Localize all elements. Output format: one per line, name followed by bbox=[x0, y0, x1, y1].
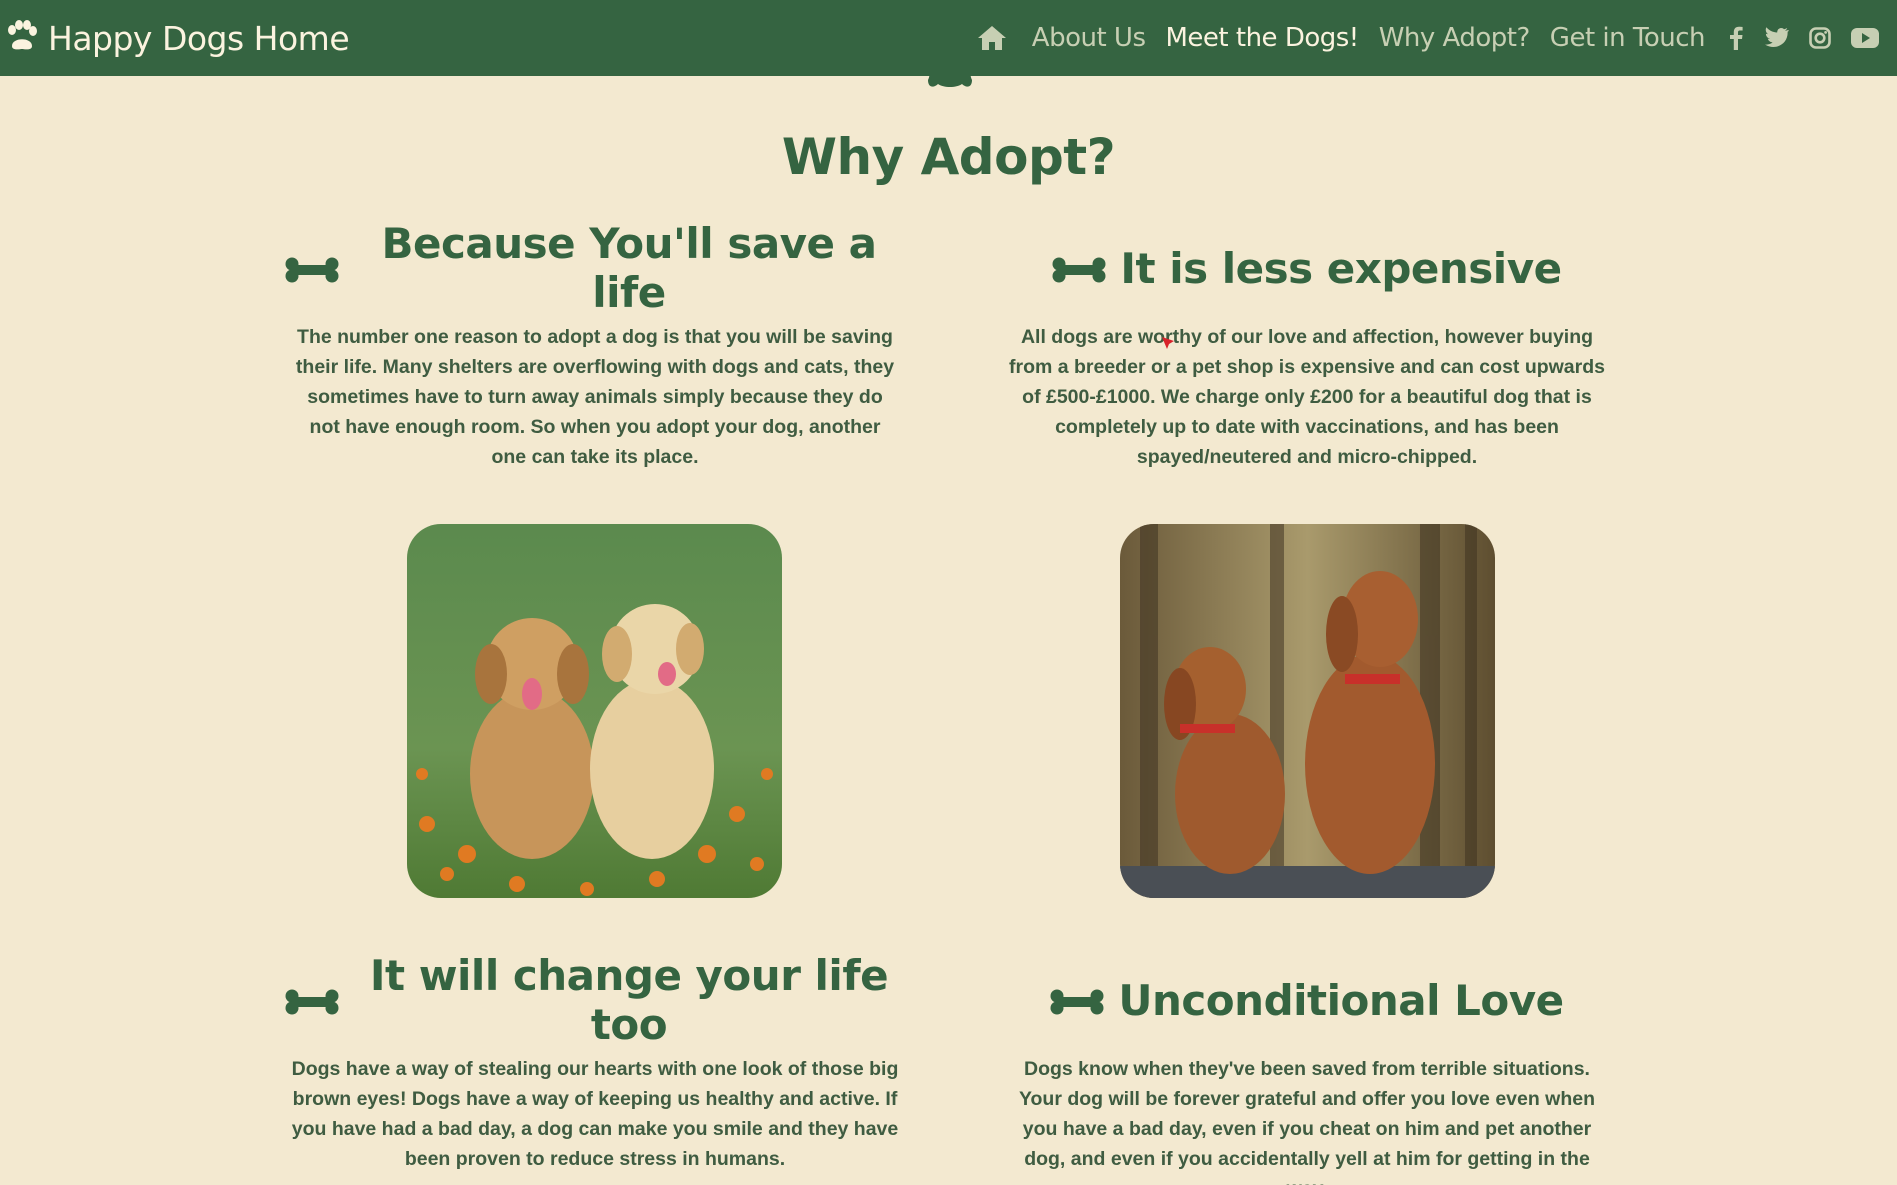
reason-text: The number one reason to adopt a dog is … bbox=[295, 326, 895, 468]
reason-text: Dogs know when they've been saved from t… bbox=[1018, 1058, 1596, 1185]
reason-change-your-life: It will change your life too Dogs have a… bbox=[285, 951, 905, 1174]
reason-heading-text: It is less expensive bbox=[1120, 243, 1562, 293]
page-title: Why Adopt? bbox=[781, 128, 1116, 186]
nav-get-in-touch[interactable]: Get in Touch bbox=[1550, 23, 1706, 53]
puppies-photo bbox=[407, 524, 782, 898]
reason-save-a-life: Because You'll save a life The number on… bbox=[285, 219, 905, 472]
vizslas-photo bbox=[1120, 524, 1495, 898]
paw-icon bbox=[4, 19, 38, 57]
bone-icon bbox=[1052, 244, 1106, 293]
nav-paw-decoration bbox=[926, 66, 974, 97]
facebook-icon[interactable] bbox=[1729, 26, 1743, 50]
nav-meet-the-dogs[interactable]: Meet the Dogs! bbox=[1166, 23, 1360, 53]
reason-heading-text: Because You'll save a life bbox=[381, 219, 878, 317]
nav-why-adopt[interactable]: Why Adopt? bbox=[1379, 23, 1531, 53]
reason-unconditional-love: Unconditional Love Dogs know when they'v… bbox=[997, 970, 1617, 1185]
navbar: Happy Dogs Home About Us Meet the Dogs! … bbox=[0, 0, 1897, 76]
home-icon[interactable] bbox=[976, 24, 1008, 52]
reason-heading-text: It will change your life too bbox=[369, 951, 889, 1049]
bone-icon bbox=[1050, 976, 1104, 1025]
nav-about-us[interactable]: About Us bbox=[1032, 23, 1146, 53]
reason-heading: Unconditional Love bbox=[997, 970, 1617, 1030]
social-links bbox=[1729, 26, 1879, 50]
bone-icon bbox=[285, 976, 339, 1025]
brand-name: Happy Dogs Home bbox=[48, 18, 350, 58]
reason-heading: It will change your life too bbox=[285, 951, 905, 1049]
reason-heading-text: Unconditional Love bbox=[1118, 975, 1564, 1025]
instagram-icon[interactable] bbox=[1809, 27, 1831, 49]
cursor-icon bbox=[1161, 336, 1175, 350]
bone-icon bbox=[285, 244, 339, 293]
nav-menu: About Us Meet the Dogs! Why Adopt? Get i… bbox=[976, 23, 1879, 53]
reason-less-expensive: It is less expensive All dogs are worthy… bbox=[997, 238, 1617, 472]
youtube-icon[interactable] bbox=[1851, 27, 1879, 49]
reason-text: Dogs have a way of stealing our hearts w… bbox=[291, 1058, 899, 1170]
reason-heading: It is less expensive bbox=[997, 238, 1617, 298]
reason-text: All dogs are worthy of our love and affe… bbox=[1008, 326, 1606, 468]
reason-heading: Because You'll save a life bbox=[285, 219, 905, 317]
brand-link[interactable]: Happy Dogs Home bbox=[4, 18, 350, 58]
twitter-icon[interactable] bbox=[1763, 27, 1789, 49]
